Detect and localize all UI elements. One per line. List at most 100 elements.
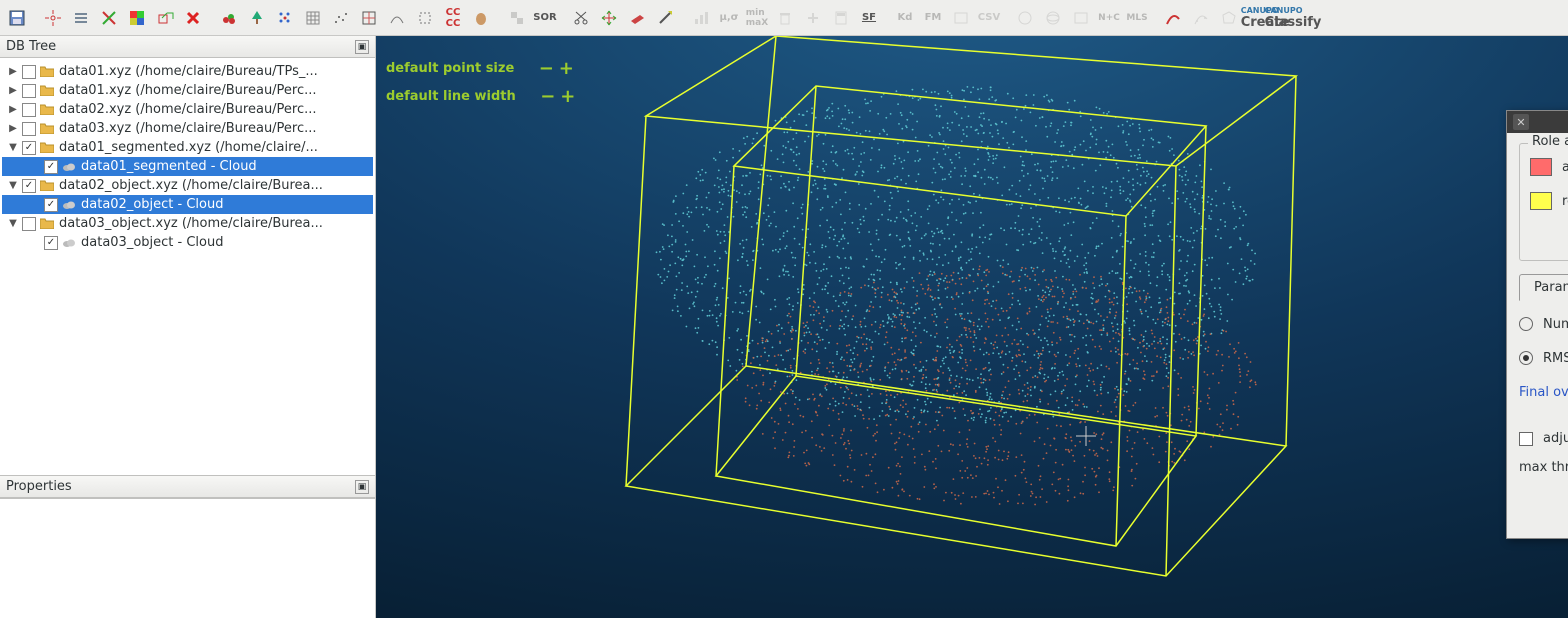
tree-file-item[interactable]: ▶data03.xyz (/home/claire/Bureau/Perc... bbox=[2, 119, 373, 138]
points-icon[interactable] bbox=[272, 5, 298, 31]
tree-checkbox[interactable]: ✓ bbox=[44, 160, 58, 174]
tree-file-item[interactable]: ▶data02.xyz (/home/claire/Bureau/Perc... bbox=[2, 100, 373, 119]
pick-icon[interactable] bbox=[40, 5, 66, 31]
tree-cloud-item[interactable]: ✓ data02_object - Cloud bbox=[2, 195, 373, 214]
tree-checkbox[interactable] bbox=[22, 217, 36, 231]
canupo-classify-icon[interactable]: CANUPOClassify bbox=[1280, 5, 1306, 31]
rms-radio[interactable] bbox=[1519, 351, 1533, 365]
tree-item-label: data01.xyz (/home/claire/Bureau/TPs_... bbox=[59, 64, 318, 79]
tree-file-item[interactable]: ▶data01.xyz (/home/claire/Bureau/Perc... bbox=[2, 81, 373, 100]
tree-expand-arrow[interactable]: ▶ bbox=[6, 123, 20, 134]
tab-parameters[interactable]: Parameters bbox=[1519, 274, 1568, 301]
curve-icon[interactable] bbox=[1160, 5, 1186, 31]
overlap-label[interactable]: Final overlap bbox=[1519, 385, 1568, 400]
tree-expand-arrow[interactable]: ▶ bbox=[6, 104, 20, 115]
tree-item-label: data03_object - Cloud bbox=[81, 235, 223, 250]
folder-icon bbox=[38, 84, 56, 98]
cloud-icon bbox=[60, 236, 78, 250]
nc-icon: N+C bbox=[1096, 5, 1122, 31]
adjust-scale-checkbox[interactable] bbox=[1519, 432, 1533, 446]
folder-icon bbox=[38, 217, 56, 231]
tree-expand-arrow[interactable]: ▶ bbox=[6, 85, 20, 96]
folder-icon bbox=[38, 179, 56, 193]
point-size-plus[interactable]: + bbox=[556, 58, 576, 79]
list-icon[interactable] bbox=[68, 5, 94, 31]
tree-expand-arrow[interactable]: ▼ bbox=[6, 180, 20, 191]
point-size-minus[interactable]: − bbox=[536, 58, 556, 79]
dbtree-title-bar: DB Tree ▣ bbox=[0, 36, 375, 58]
3d-viewport[interactable]: default point size − + default line widt… bbox=[376, 36, 1568, 618]
left-panel: DB Tree ▣ ▶data01.xyz (/home/claire/Bure… bbox=[0, 36, 376, 618]
sor-icon[interactable]: SOR bbox=[532, 5, 558, 31]
save-icon[interactable] bbox=[4, 5, 30, 31]
plus-icon bbox=[800, 5, 826, 31]
wand-icon[interactable] bbox=[652, 5, 678, 31]
cloud-icon bbox=[60, 160, 78, 174]
dialog-titlebar[interactable]: ✕ Clouds registration bbox=[1507, 111, 1568, 133]
dialog-close-button[interactable]: ✕ bbox=[1513, 114, 1529, 130]
blob-icon[interactable] bbox=[468, 5, 494, 31]
color-icon[interactable] bbox=[124, 5, 150, 31]
tree-checkbox[interactable] bbox=[22, 122, 36, 136]
folder-icon bbox=[38, 103, 56, 117]
psigma-icon: µ,σ bbox=[716, 5, 742, 31]
aligned-color-swatch[interactable] bbox=[1530, 158, 1552, 176]
dbtree-detach-button[interactable]: ▣ bbox=[355, 40, 369, 54]
fit-icon[interactable] bbox=[356, 5, 382, 31]
aligned-label: aligned bbox=[1562, 160, 1568, 175]
interp-icon[interactable] bbox=[384, 5, 410, 31]
tree-file-item[interactable]: ▼data03_object.xyz (/home/claire/Burea..… bbox=[2, 214, 373, 233]
tree-checkbox[interactable] bbox=[22, 84, 36, 98]
dialog-tabs: Parameters Research bbox=[1519, 273, 1568, 301]
align-icon[interactable] bbox=[96, 5, 122, 31]
plane-icon[interactable] bbox=[624, 5, 650, 31]
tree-file-item[interactable]: ▼✓ data01_segmented.xyz (/home/claire/... bbox=[2, 138, 373, 157]
dbtree-body[interactable]: ▶ data01.xyz (/home/claire/Bureau/TPs_...… bbox=[0, 58, 375, 476]
win2-icon bbox=[1068, 5, 1094, 31]
line-width-plus[interactable]: + bbox=[558, 86, 578, 107]
cloud-red-icon[interactable] bbox=[216, 5, 242, 31]
tree-checkbox[interactable]: ✓ bbox=[44, 236, 58, 250]
tree-checkbox[interactable]: ✓ bbox=[44, 198, 58, 212]
curve2-icon bbox=[1188, 5, 1214, 31]
tree-expand-arrow[interactable]: ▼ bbox=[6, 218, 20, 229]
globe1-icon bbox=[1012, 5, 1038, 31]
rms-label: RMS difference bbox=[1543, 351, 1568, 366]
box-icon[interactable] bbox=[412, 5, 438, 31]
globe2-icon bbox=[1040, 5, 1066, 31]
tree-item-label: data02_object - Cloud bbox=[81, 197, 223, 212]
tree-checkbox[interactable] bbox=[22, 65, 36, 79]
cut-icon[interactable] bbox=[568, 5, 594, 31]
iterations-radio[interactable] bbox=[1519, 317, 1533, 331]
fm-icon: FM bbox=[920, 5, 946, 31]
role-group-title: Role assignation bbox=[1528, 134, 1568, 149]
tree-checkbox[interactable]: ✓ bbox=[22, 179, 36, 193]
sf-icon[interactable]: SF bbox=[856, 5, 882, 31]
tree-cloud-item[interactable]: ✓ data03_object - Cloud bbox=[2, 233, 373, 252]
reference-color-swatch[interactable] bbox=[1530, 192, 1552, 210]
tree-checkbox[interactable] bbox=[22, 103, 36, 117]
scatter-icon[interactable] bbox=[328, 5, 354, 31]
trash-icon bbox=[772, 5, 798, 31]
export-icon[interactable] bbox=[152, 5, 178, 31]
cccc-icon[interactable]: CCCC bbox=[440, 5, 466, 31]
tree-icon[interactable] bbox=[244, 5, 270, 31]
tree-checkbox[interactable]: ✓ bbox=[22, 141, 36, 155]
tree-file-item[interactable]: ▼✓data02_object.xyz (/home/claire/Burea.… bbox=[2, 176, 373, 195]
grid-icon[interactable] bbox=[300, 5, 326, 31]
tree-file-item[interactable]: ▶ data01.xyz (/home/claire/Bureau/TPs_... bbox=[2, 62, 373, 81]
cloud-icon bbox=[60, 198, 78, 212]
point-size-label: default point size bbox=[386, 61, 514, 76]
tree-cloud-item[interactable]: ✓data01_segmented - Cloud bbox=[2, 157, 373, 176]
kd-icon: Kd bbox=[892, 5, 918, 31]
folder-icon bbox=[38, 141, 56, 155]
line-width-minus[interactable]: − bbox=[538, 86, 558, 107]
properties-detach-button[interactable]: ▣ bbox=[355, 480, 369, 494]
mls-icon: MLS bbox=[1124, 5, 1150, 31]
tree-expand-arrow[interactable]: ▼ bbox=[6, 142, 20, 153]
move-icon[interactable] bbox=[596, 5, 622, 31]
tree-expand-arrow[interactable]: ▶ bbox=[6, 66, 20, 77]
line-width-label: default line width bbox=[386, 89, 516, 104]
tree-item-label: data01_segmented.xyz (/home/claire/... bbox=[59, 140, 318, 155]
delete-icon[interactable] bbox=[180, 5, 206, 31]
